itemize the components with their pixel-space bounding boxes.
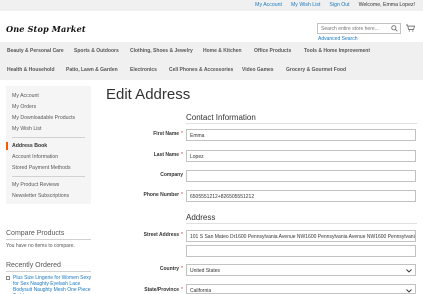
street-label: Street Address * [144,232,183,238]
sidebar-item-payment-methods[interactable]: Stored Payment Methods [12,165,71,171]
nav-item-tools[interactable]: Tools & Home Improvement [304,48,370,54]
search-icon[interactable] [391,25,398,34]
my-wishlist-link[interactable]: My Wish List [291,2,320,8]
first-name-label-text: First Name [153,131,180,137]
sidebar-divider [12,176,85,177]
nav-item-cell-phones[interactable]: Cell Phones & Accessories [169,67,233,73]
sign-out-link[interactable]: Sign Out [329,2,349,8]
company-label: Company [160,172,183,178]
sidebar-item-account-info[interactable]: Account Information [12,154,58,160]
street-label-text: Street Address [143,232,180,238]
phone-label: Phone Number * [143,192,183,198]
my-account-link[interactable]: My Account [255,2,282,8]
contact-legend: Contact Information [186,113,256,122]
country-label: Country * [160,266,183,272]
required-mark: * [181,131,183,137]
state-label-text: State/Province [144,287,180,293]
nav-item-sports[interactable]: Sports & Outdoors [74,48,119,54]
chevron-down-icon [406,289,412,293]
contact-divider [186,123,417,124]
nav-item-home-kitchen[interactable]: Home & Kitchen [203,48,242,54]
recent-title: Recently Ordered [6,262,61,269]
address-divider [186,223,417,224]
required-mark: * [181,287,183,293]
nav-item-patio[interactable]: Patio, Lawn & Garden [66,67,118,73]
search-input[interactable] [318,24,390,33]
address-legend: Address [186,213,216,222]
page-title: Edit Address [106,86,191,103]
last-name-field[interactable]: Lopez [186,150,416,162]
required-mark: * [181,266,183,272]
chevron-down-icon [406,269,412,275]
sidebar-item-wishlist[interactable]: My Wish List [12,126,41,132]
street-address-field[interactable]: 101 S San Mateo Dr1600 Pennsylvania Aven… [186,230,416,242]
nav-item-electronics[interactable]: Electronics [130,67,157,73]
state-value: California [190,288,212,294]
recent-divider [6,271,91,272]
search-box[interactable] [317,23,401,34]
recent-item-link[interactable]: Plus Size Lingerie for Women Sexy for Se… [13,275,97,294]
state-label: State/Province * [144,287,183,293]
nav-item-beauty[interactable]: Beauty & Personal Care [7,48,64,54]
sidebar-divider [12,137,85,138]
nav-item-video-games[interactable]: Video Games [242,67,274,73]
sidebar-item-my-orders[interactable]: My Orders [12,104,36,110]
compare-divider [6,239,91,240]
sidebar-item-newsletter[interactable]: Newsletter Subscriptions [12,193,69,199]
account-sidebar: My Account My Orders My Downloadable Pro… [5,86,91,204]
phone-field[interactable]: 6505551212+826505551212 [186,190,416,202]
header-links: My Account My Wish List Sign Out Welcome… [255,2,415,8]
nav-item-clothing[interactable]: Clothing, Shoes & Jewelry [130,48,193,54]
state-select[interactable]: California [186,284,416,294]
cart-icon[interactable] [406,24,416,34]
country-label-text: Country [159,266,180,272]
compare-title: Compare Products [6,230,65,237]
country-select[interactable]: United States [186,264,416,276]
first-name-label: First Name * [153,131,183,137]
nav-item-health[interactable]: Health & Household [7,67,55,73]
sidebar-item-reviews[interactable]: My Product Reviews [12,182,59,188]
first-name-field[interactable]: Emma [186,129,416,141]
sidebar-item-my-account[interactable]: My Account [12,93,39,99]
sidebar-item-address-book[interactable]: Address Book [5,142,47,150]
nav-item-office[interactable]: Office Products [254,48,291,54]
last-name-label: Last Name * [154,152,183,158]
sidebar-item-downloadable[interactable]: My Downloadable Products [12,115,75,121]
required-mark: * [181,152,183,158]
last-name-label-text: Last Name [153,152,180,158]
compare-empty-text: You have no items to compare. [6,243,75,249]
top-bar: My Account My Wish List Sign Out Welcome… [0,0,423,11]
street-address-line-2-field[interactable] [186,245,416,257]
required-mark: * [181,192,183,198]
required-mark: * [181,232,183,238]
store-logo[interactable]: One Stop Market [6,24,86,34]
recent-item-checkbox[interactable] [6,276,10,280]
nav-item-grocery[interactable]: Grocery & Gourmet Food [286,67,346,73]
phone-label-text: Phone Number [143,192,180,198]
country-value: United States [190,268,221,274]
company-label-text: Company [160,172,183,178]
company-field[interactable] [186,170,416,182]
welcome-message: Welcome, Emma Lopez! [358,2,415,8]
category-nav: Beauty & Personal Care Sports & Outdoors… [0,42,423,80]
